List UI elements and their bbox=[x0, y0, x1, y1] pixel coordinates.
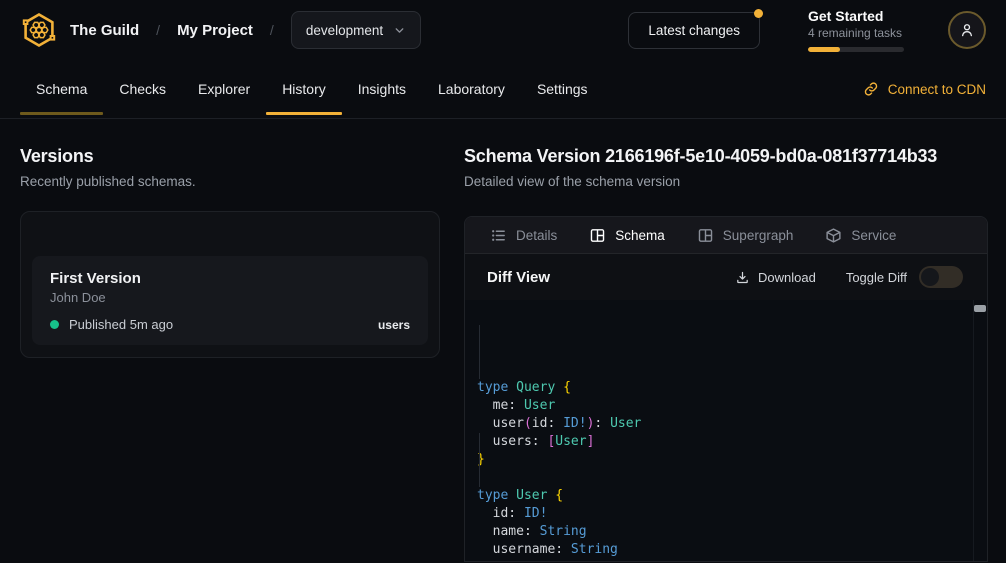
code-block: type Query { me: User user(id: ID!): Use… bbox=[477, 379, 967, 561]
toggle-diff-label: Toggle Diff bbox=[846, 270, 907, 285]
code-scrollbar-thumb[interactable] bbox=[974, 305, 986, 312]
toggle-diff-knob bbox=[921, 268, 939, 286]
detail-tab-label: Details bbox=[516, 228, 557, 243]
code-line: type User { bbox=[477, 487, 967, 505]
version-author: John Doe bbox=[50, 289, 410, 306]
environment-select[interactable]: development bbox=[291, 11, 421, 49]
detail-tab-label: Schema bbox=[615, 228, 665, 243]
versions-title: Versions bbox=[20, 146, 440, 166]
link-icon bbox=[863, 81, 879, 97]
breadcrumb: The Guild / My Project / development bbox=[70, 11, 421, 49]
schema-version-section: Schema Version 2166196f-5e10-4059-bd0a-0… bbox=[464, 146, 988, 562]
get-started-subtitle: 4 remaining tasks bbox=[808, 26, 904, 41]
download-button[interactable]: Download bbox=[735, 270, 816, 285]
get-started-progress-fill bbox=[808, 47, 840, 52]
detail-tabstrip: Details Schema Supergraph bbox=[465, 217, 987, 254]
indent-guide bbox=[479, 325, 480, 379]
version-status-text: Published 5m ago bbox=[69, 317, 173, 332]
detail-tab-label: Service bbox=[851, 228, 896, 243]
download-label: Download bbox=[758, 270, 816, 285]
get-started-title: Get Started bbox=[808, 8, 904, 25]
breadcrumb-separator: / bbox=[156, 22, 160, 38]
detail-tab-label: Supergraph bbox=[723, 228, 794, 243]
schema-version-subtitle: Detailed view of the schema version bbox=[464, 173, 988, 190]
code-line: name: String bbox=[477, 523, 967, 541]
code-line: user(id: ID!): User bbox=[477, 415, 967, 433]
nav-tab-settings[interactable]: Settings bbox=[521, 60, 604, 118]
nav-tab-laboratory[interactable]: Laboratory bbox=[422, 60, 521, 118]
detail-tab-details[interactable]: Details bbox=[490, 227, 557, 244]
toggle-diff-switch[interactable] bbox=[919, 266, 963, 288]
columns-icon bbox=[589, 227, 606, 244]
app-window: The Guild / My Project / development Lat… bbox=[0, 0, 1006, 563]
code-line bbox=[477, 469, 967, 487]
latest-changes-button[interactable]: Latest changes bbox=[628, 12, 760, 49]
schema-version-title: Schema Version 2166196f-5e10-4059-bd0a-0… bbox=[464, 146, 988, 166]
top-header: The Guild / My Project / development Lat… bbox=[0, 0, 1006, 60]
user-avatar-button[interactable] bbox=[948, 11, 986, 49]
chevron-down-icon bbox=[393, 24, 406, 37]
connect-to-cdn-label: Connect to CDN bbox=[888, 82, 986, 97]
code-line: me: User bbox=[477, 397, 967, 415]
version-service-badge: users bbox=[378, 318, 410, 332]
hive-logo[interactable] bbox=[20, 11, 58, 49]
environment-select-value: development bbox=[306, 23, 383, 38]
code-scrollbar-track bbox=[973, 300, 974, 561]
nav-tab-explorer[interactable]: Explorer bbox=[182, 60, 266, 118]
columns-icon bbox=[697, 227, 714, 244]
schema-version-panel: Details Schema Supergraph bbox=[464, 216, 988, 562]
version-list-item[interactable]: First Version John Doe Published 5m ago … bbox=[32, 256, 428, 345]
main-content: Versions Recently published schemas. Fir… bbox=[0, 119, 1006, 562]
connect-to-cdn-link[interactable]: Connect to CDN bbox=[863, 60, 986, 118]
code-line: id: ID! bbox=[477, 505, 967, 523]
cube-icon bbox=[825, 227, 842, 244]
detail-tab-schema[interactable]: Schema bbox=[589, 227, 665, 244]
get-started-widget[interactable]: Get Started 4 remaining tasks bbox=[808, 8, 904, 52]
user-avatar-icon bbox=[958, 21, 976, 39]
code-line: type Query { bbox=[477, 379, 967, 397]
schema-code-viewer[interactable]: type Query { me: User user(id: ID!): Use… bbox=[465, 300, 987, 561]
diff-view-header: Diff View Download Toggle Diff bbox=[465, 254, 987, 300]
breadcrumb-project[interactable]: My Project bbox=[177, 22, 253, 39]
code-line: username: String bbox=[477, 541, 967, 559]
code-line: } bbox=[477, 559, 967, 561]
nav-tab-history[interactable]: History bbox=[266, 60, 342, 118]
code-line: } bbox=[477, 451, 967, 469]
notification-dot bbox=[754, 9, 763, 18]
breadcrumb-org[interactable]: The Guild bbox=[70, 22, 139, 39]
versions-section: Versions Recently published schemas. Fir… bbox=[20, 146, 440, 358]
target-nav: Schema Checks Explorer History Insights … bbox=[0, 60, 1006, 119]
get-started-progress-bar bbox=[808, 47, 904, 52]
indent-guide bbox=[479, 433, 480, 487]
nav-tab-insights[interactable]: Insights bbox=[342, 60, 422, 118]
version-name: First Version bbox=[50, 269, 410, 288]
diff-view-title: Diff View bbox=[487, 269, 550, 286]
versions-card: First Version John Doe Published 5m ago … bbox=[20, 211, 440, 358]
list-icon bbox=[490, 227, 507, 244]
latest-changes-label: Latest changes bbox=[648, 23, 740, 38]
code-line: users: [User] bbox=[477, 433, 967, 451]
download-icon bbox=[735, 270, 750, 285]
nav-tab-schema[interactable]: Schema bbox=[20, 60, 103, 118]
published-status-dot bbox=[50, 320, 59, 329]
detail-tab-supergraph[interactable]: Supergraph bbox=[697, 227, 794, 244]
nav-spacer bbox=[604, 60, 863, 118]
breadcrumb-separator: / bbox=[270, 22, 274, 38]
versions-subtitle: Recently published schemas. bbox=[20, 173, 440, 190]
detail-tab-service[interactable]: Service bbox=[825, 227, 896, 244]
nav-tab-checks[interactable]: Checks bbox=[103, 60, 182, 118]
version-status-row: Published 5m ago users bbox=[50, 317, 410, 332]
